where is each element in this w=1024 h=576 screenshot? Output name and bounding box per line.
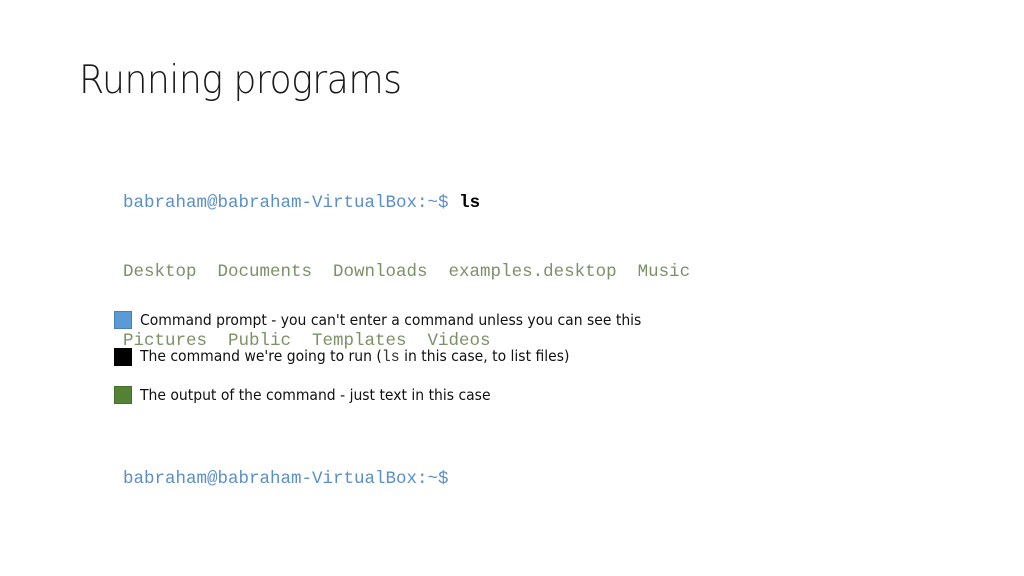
terminal-command-line: babraham@babraham-VirtualBox:~$ ls: [123, 192, 690, 215]
legend-item-output: The output of the command - just text in…: [114, 386, 517, 404]
legend-text: The command we're going to run (ls in th…: [140, 347, 570, 366]
legend-text: The output of the command - just text in…: [140, 386, 491, 404]
command-text: ls: [459, 193, 481, 213]
blue-square-icon: [114, 311, 132, 329]
legend-item-prompt: Command prompt - you can't enter a comma…: [114, 311, 679, 329]
command-prompt-second: babraham@babraham-VirtualBox:~$: [123, 469, 449, 489]
terminal-output: babraham@babraham-VirtualBox:~$ ls Deskt…: [123, 146, 690, 514]
inline-code: ls: [381, 348, 400, 366]
green-square-icon: [114, 386, 132, 404]
slide-title: Running programs: [79, 58, 402, 103]
black-square-icon: [114, 347, 132, 366]
legend-text: Command prompt - you can't enter a comma…: [140, 311, 642, 329]
output-line: Desktop Documents Downloads examples.des…: [123, 262, 691, 282]
legend-item-command: The command we're going to run (ls in th…: [114, 347, 602, 366]
command-prompt: babraham@babraham-VirtualBox:~$: [123, 193, 449, 213]
